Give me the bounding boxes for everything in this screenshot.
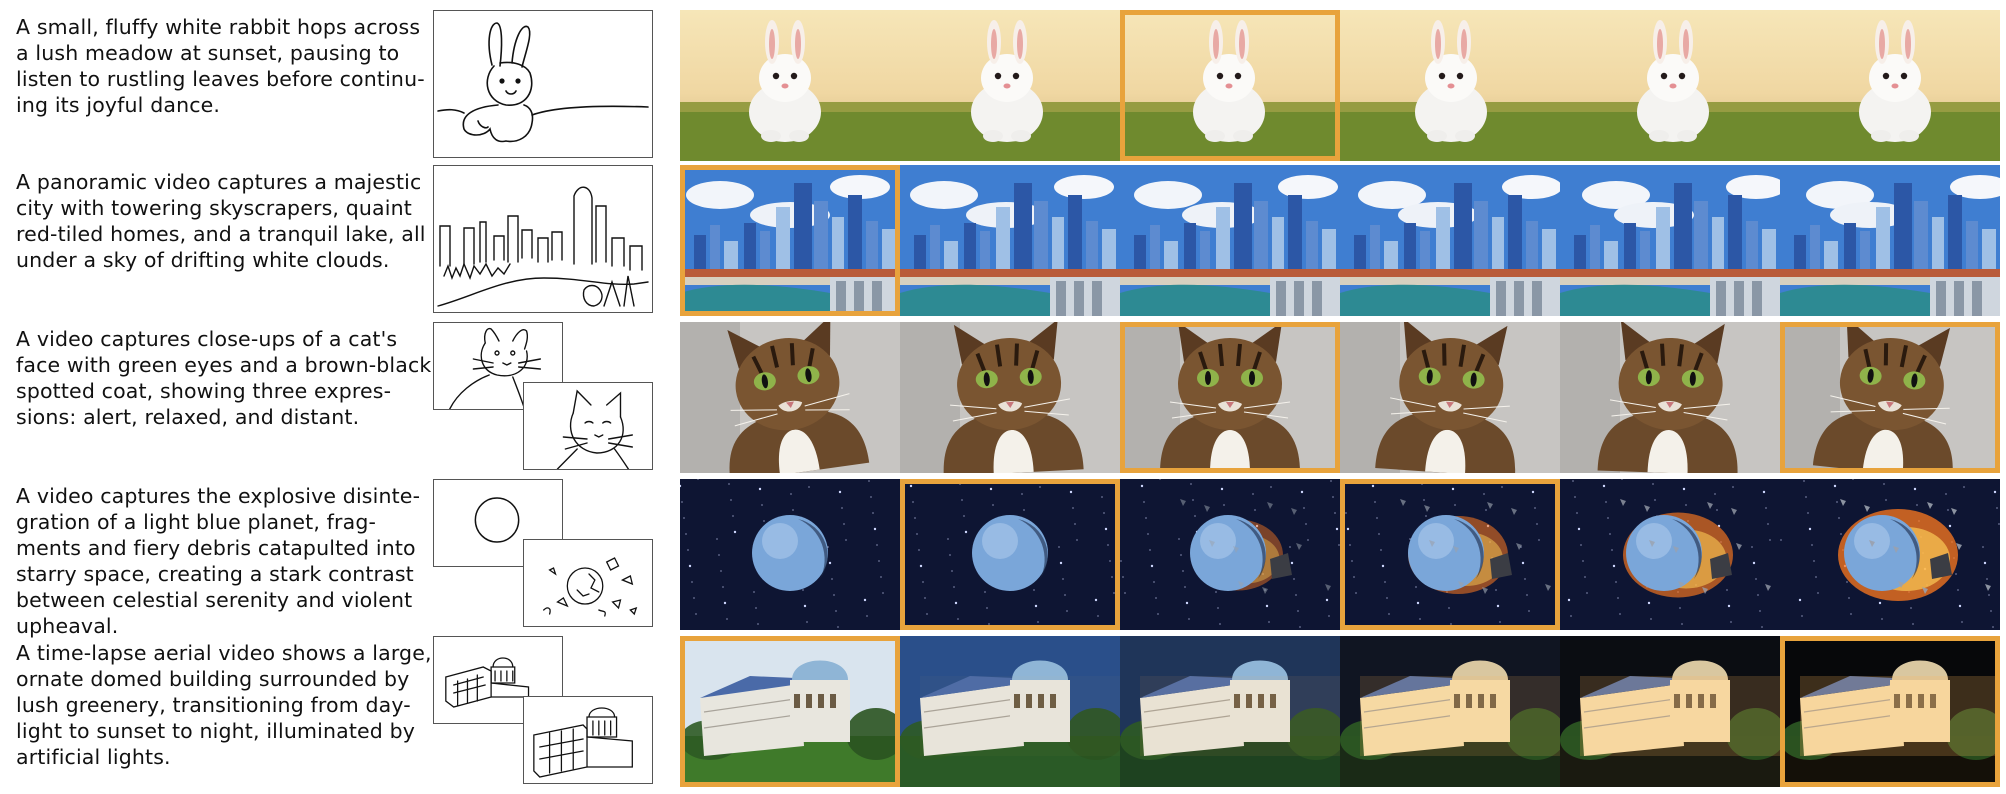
caption-line: between celestial serenity and violent <box>16 588 413 612</box>
video-frame <box>900 322 1120 473</box>
sketch-panel <box>433 322 655 473</box>
sketch-image-second <box>523 696 653 784</box>
video-frame <box>680 479 900 630</box>
caption-line: artificial lights. <box>16 745 171 769</box>
row-caption: A time-lapse aerial video shows a large,… <box>16 640 432 770</box>
video-frames <box>680 322 2002 473</box>
highlighted-video-frame <box>1780 636 2000 787</box>
figure-row-cat: A video captures close-ups of a cat's fac… <box>0 322 2006 473</box>
caption-line: face with green eyes and a brown-black <box>16 353 432 377</box>
caption-line: lush greenery, transitioning from day- <box>16 693 411 717</box>
sketch-panel <box>433 636 655 787</box>
highlighted-video-frame <box>680 165 900 316</box>
caption-line: A panoramic video captures a majestic <box>16 170 422 194</box>
video-frame <box>1780 479 2000 630</box>
highlighted-video-frame <box>1120 10 1340 161</box>
caption-line: A video captures the explosive disinte- <box>16 484 421 508</box>
caption-line: listen to rustling leaves before continu… <box>16 67 425 91</box>
video-frame <box>1560 165 1780 316</box>
video-frame <box>1560 322 1780 473</box>
video-frame <box>900 10 1120 161</box>
caption-line: under a sky of drifting white clouds. <box>16 248 390 272</box>
row-caption: A video captures the explosive disinte-g… <box>16 483 421 639</box>
video-frame <box>1340 10 1560 161</box>
sketch-image-second <box>523 382 653 470</box>
caption-line: starry space, creating a stark contrast <box>16 562 414 586</box>
caption-line: ornate domed building surrounded by <box>16 667 410 691</box>
highlighted-video-frame <box>1340 479 1560 630</box>
caption-line: sions: alert, relaxed, and distant. <box>16 405 360 429</box>
video-frame <box>1780 10 2000 161</box>
video-frames <box>680 636 2002 787</box>
caption-line: gration of a light blue planet, frag- <box>16 510 377 534</box>
caption-line: A time-lapse aerial video shows a large, <box>16 641 432 665</box>
figure-row-building: A time-lapse aerial video shows a large,… <box>0 636 2006 787</box>
highlighted-video-frame <box>1120 322 1340 473</box>
video-frame <box>1340 636 1560 787</box>
video-frame <box>1780 165 2000 316</box>
highlighted-video-frame <box>900 479 1120 630</box>
caption-line: a lush meadow at sunset, pausing to <box>16 41 400 65</box>
video-frame <box>1340 322 1560 473</box>
figure: A small, fluffy white rabbit hops across… <box>0 0 2006 794</box>
caption-line: spotted coat, showing three expres- <box>16 379 392 403</box>
caption-line: A video captures close-ups of a cat's <box>16 327 398 351</box>
video-frame <box>680 322 900 473</box>
highlighted-video-frame <box>680 636 900 787</box>
caption-line: ments and fiery debris catapulted into <box>16 536 416 560</box>
video-frame <box>1560 636 1780 787</box>
video-frames <box>680 10 2002 161</box>
caption-line: city with towering skyscrapers, quaint <box>16 196 412 220</box>
caption-line: A small, fluffy white rabbit hops across <box>16 15 421 39</box>
video-frame <box>1120 165 1340 316</box>
sketch-image <box>433 165 653 313</box>
caption-line: red-tiled homes, and a tranquil lake, al… <box>16 222 426 246</box>
sketch-panel <box>433 10 655 161</box>
sketch-panel <box>433 479 655 630</box>
video-frame <box>1120 636 1340 787</box>
video-frame <box>680 10 900 161</box>
sketch-panel <box>433 165 655 316</box>
row-caption: A panoramic video captures a majestic cit… <box>16 169 426 273</box>
video-frame <box>900 165 1120 316</box>
video-frames <box>680 479 2002 630</box>
row-caption: A video captures close-ups of a cat's fac… <box>16 326 432 430</box>
sketch-image <box>433 10 653 158</box>
video-frame <box>1560 10 1780 161</box>
row-caption: A small, fluffy white rabbit hops across… <box>16 14 425 118</box>
video-frame <box>1340 165 1560 316</box>
video-frame <box>1120 479 1340 630</box>
video-frame <box>900 636 1120 787</box>
caption-line: light to sunset to night, illuminated by <box>16 719 416 743</box>
highlighted-video-frame <box>1780 322 2000 473</box>
video-frame <box>1560 479 1780 630</box>
figure-row-rabbit: A small, fluffy white rabbit hops across… <box>0 10 2006 161</box>
caption-line: ing its joyful dance. <box>16 93 221 117</box>
figure-row-city: A panoramic video captures a majestic cit… <box>0 165 2006 316</box>
video-frames <box>680 165 2002 316</box>
sketch-image-second <box>523 539 653 627</box>
figure-row-planet: A video captures the explosive disinte-g… <box>0 479 2006 638</box>
